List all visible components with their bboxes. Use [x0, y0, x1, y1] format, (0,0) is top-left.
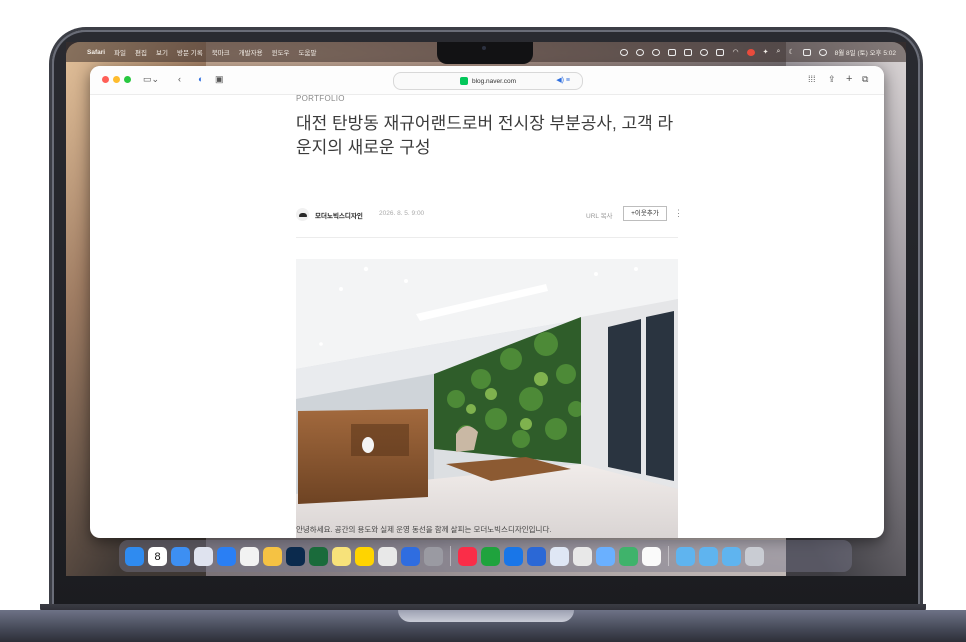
minimize-button[interactable] [113, 76, 120, 83]
divider [296, 237, 678, 238]
dock-separator [450, 546, 451, 566]
blog-post: PORTFOLIO 대전 탄방동 재규어랜드로버 전시장 부분공사, 고객 라운… [90, 94, 884, 538]
author-row: 모더노빅스디자인 2026. 8. 5. 9:00 URL 복사 +이웃추가 ⋮ [296, 206, 683, 224]
zoom-button[interactable] [124, 76, 131, 83]
numbers-icon[interactable] [481, 546, 500, 566]
menu-bookmarks[interactable]: 북마크 [212, 47, 230, 57]
menu-help[interactable]: 도움말 [299, 47, 317, 57]
folder-icon[interactable] [676, 546, 695, 566]
screen-icon[interactable] [684, 48, 693, 56]
speaker-icon[interactable]: ◀) ≡ [556, 76, 570, 84]
sidebar-toggle-icon[interactable]: ▭⌄ [143, 74, 159, 85]
menubar-clock[interactable]: 8월 8일 (토) 오후 5:02 [835, 47, 896, 57]
kakaotalk-icon[interactable] [355, 546, 374, 566]
cloud-icon[interactable] [700, 48, 709, 56]
record-icon[interactable] [620, 48, 629, 56]
sound-icon[interactable] [716, 48, 725, 56]
camera-notch [437, 42, 533, 64]
notion-icon[interactable]: ▣ [215, 74, 224, 85]
close-button[interactable] [102, 76, 109, 83]
browser-toolbar: ▭⌄ ‹ ◐ ▣ blog.naver.com ◀) ≡ ⁞⁞⁞ ⇪ + ⧉ [90, 66, 884, 95]
dock-separator [668, 546, 669, 566]
menu-edit[interactable]: 편집 [135, 47, 147, 57]
naver-favicon-icon [459, 77, 468, 85]
laptop-hinge [398, 610, 574, 622]
menu-history[interactable]: 방문 기록 [177, 47, 203, 57]
vpn-icon[interactable] [746, 48, 755, 56]
image-app-icon[interactable] [619, 546, 638, 566]
control-center-icon[interactable] [802, 48, 811, 56]
back-icon[interactable]: ‹ [178, 74, 181, 85]
user-icon[interactable] [818, 48, 827, 56]
photo-app-icon[interactable] [596, 546, 615, 566]
sparkle-icon[interactable]: ✦ [763, 48, 769, 56]
wifi-icon[interactable]: ◠ [732, 48, 738, 56]
mouse-icon[interactable] [668, 48, 677, 56]
photoshop-icon[interactable] [286, 546, 305, 566]
app-store-icon[interactable] [504, 546, 523, 566]
post-title: 대전 탄방동 재규어랜드로버 전시장 부분공사, 고객 라운지의 새로운 구성 [296, 114, 674, 157]
mail-icon[interactable] [171, 546, 190, 566]
search-icon[interactable]: ⌕ [776, 48, 780, 56]
app-menu[interactable]: Safari [87, 49, 105, 56]
notes-icon[interactable] [332, 546, 351, 566]
camera-icon [482, 46, 486, 50]
chrome-icon[interactable] [378, 546, 397, 566]
author-name[interactable]: 모더노빅스디자인 [315, 210, 363, 220]
author-avatar[interactable] [296, 208, 309, 221]
grid-icon[interactable]: ⁞⁞⁞ [808, 74, 816, 85]
moon-icon[interactable]: ☾ [788, 48, 794, 56]
menu-window[interactable]: 윈도우 [272, 47, 290, 57]
trash-icon[interactable] [745, 546, 764, 566]
gemini-icon[interactable] [642, 546, 661, 566]
chrome-icon[interactable] [573, 546, 592, 566]
post-category[interactable]: PORTFOLIO [296, 94, 345, 103]
preview-icon[interactable] [550, 546, 569, 566]
play-icon[interactable] [636, 48, 645, 56]
url-copy-link[interactable]: URL 복사 [586, 210, 613, 220]
menu-view[interactable]: 보기 [156, 47, 168, 57]
address-text: blog.naver.com [471, 77, 517, 85]
link-icon[interactable] [652, 48, 661, 56]
finder-icon[interactable] [125, 546, 144, 566]
chatgpt-icon[interactable] [240, 546, 259, 566]
photos-icon[interactable] [263, 546, 282, 566]
keynote-icon[interactable] [527, 546, 546, 566]
music-icon[interactable] [458, 546, 477, 566]
terminal-icon[interactable] [309, 546, 328, 566]
add-neighbor-button[interactable]: +이웃추가 [623, 206, 667, 221]
menu-file[interactable]: 파일 [114, 47, 126, 57]
address-bar[interactable]: blog.naver.com ◀) ≡ [393, 72, 583, 90]
folder-icon[interactable] [722, 546, 741, 566]
dock: 8 [119, 540, 852, 572]
folder-icon[interactable] [699, 546, 718, 566]
share-icon[interactable]: ⇪ [828, 74, 836, 85]
more-options-icon[interactable]: ⋮ [674, 207, 683, 219]
safari-icon[interactable] [217, 546, 236, 566]
tab-overview-icon[interactable]: ⧉ [862, 74, 868, 85]
menu-develop[interactable]: 개발자용 [239, 47, 263, 57]
settings-icon[interactable] [424, 546, 443, 566]
post-date: 2026. 8. 5. 9:00 [379, 210, 425, 217]
showroom-photo[interactable] [296, 259, 678, 538]
calendar-icon[interactable]: 8 [148, 546, 167, 566]
things-icon[interactable] [401, 546, 420, 566]
extension-icon[interactable]: ◐ [198, 74, 203, 85]
safari-window: ▭⌄ ‹ ◐ ▣ blog.naver.com ◀) ≡ ⁞⁞⁞ ⇪ + ⧉ P… [90, 66, 884, 538]
launchpad-icon[interactable] [194, 546, 213, 566]
post-intro: 안녕하세요. 공간의 용도와 실제 운영 동선을 함께 살피는 모더노빅스디자인… [296, 525, 552, 534]
new-tab-icon[interactable]: + [846, 74, 852, 85]
